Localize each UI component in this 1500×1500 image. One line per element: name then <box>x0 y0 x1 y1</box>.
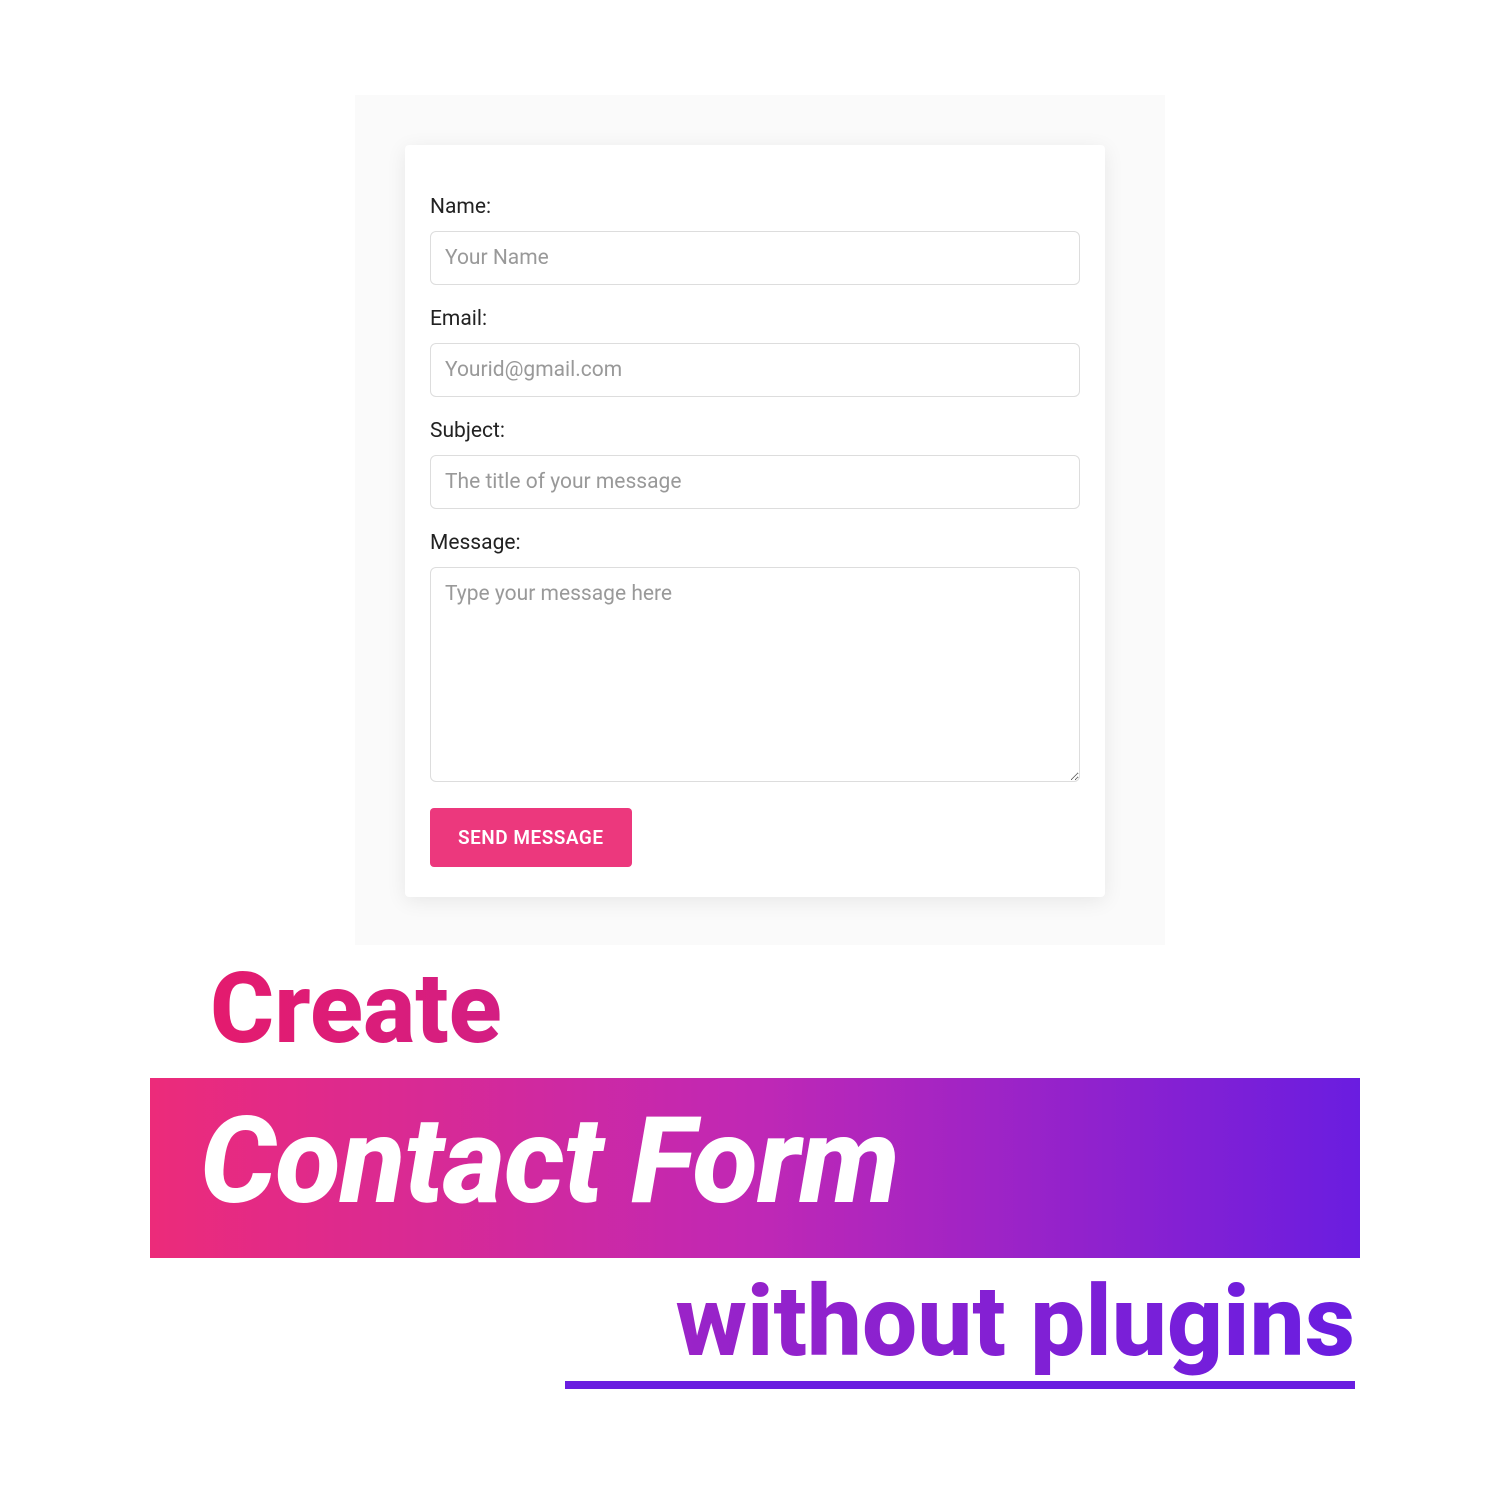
headline-line1: Create <box>210 960 1360 1058</box>
contact-form-card: Name: Email: Subject: Message: SEND MESS… <box>405 145 1105 897</box>
message-label: Message: <box>430 531 1080 555</box>
message-textarea[interactable] <box>430 567 1080 782</box>
name-input[interactable] <box>430 231 1080 285</box>
name-label: Name: <box>430 195 1080 219</box>
headline-line2: Contact Form <box>200 1090 1310 1234</box>
subject-field-group: Subject: <box>430 419 1080 509</box>
name-field-group: Name: <box>430 195 1080 285</box>
form-container: Name: Email: Subject: Message: SEND MESS… <box>355 95 1165 945</box>
email-field-group: Email: <box>430 307 1080 397</box>
promo-headline: Create Contact Form without plugins <box>150 960 1360 1389</box>
message-field-group: Message: <box>430 531 1080 786</box>
headline-underline <box>565 1381 1355 1389</box>
headline-line3: without plugins <box>150 1268 1355 1381</box>
email-input[interactable] <box>430 343 1080 397</box>
email-label: Email: <box>430 307 1080 331</box>
headline-banner: Contact Form <box>150 1078 1360 1258</box>
send-message-button[interactable]: SEND MESSAGE <box>430 808 632 867</box>
subject-label: Subject: <box>430 419 1080 443</box>
subject-input[interactable] <box>430 455 1080 509</box>
